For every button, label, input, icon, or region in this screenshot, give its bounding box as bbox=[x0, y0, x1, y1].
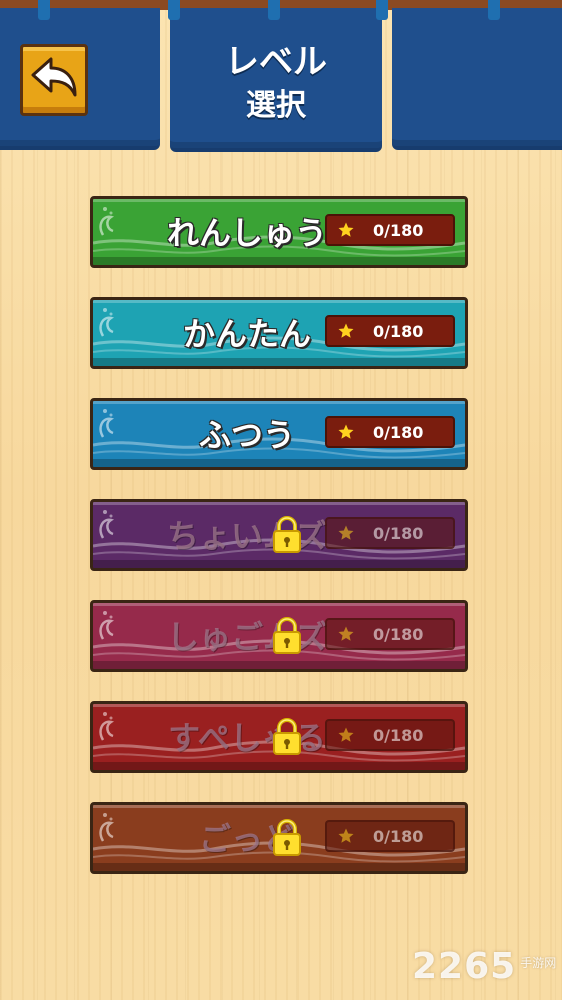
level-score: 0/180 bbox=[373, 321, 424, 341]
row-shadow bbox=[93, 560, 465, 568]
level-score: 0/180 bbox=[373, 523, 424, 543]
row-shadow bbox=[93, 257, 465, 265]
level-score: 0/180 bbox=[373, 422, 424, 442]
lock-icon bbox=[273, 718, 301, 755]
star-icon bbox=[338, 424, 354, 439]
level-button: ちょいムズ 0/180 bbox=[90, 499, 468, 571]
row-shadow bbox=[93, 863, 465, 871]
level-button[interactable]: ふつう 0/180 bbox=[90, 398, 468, 470]
curtain-clip bbox=[488, 0, 500, 20]
level-score: 0/180 bbox=[373, 826, 424, 846]
title-line-1: レベル bbox=[225, 42, 327, 82]
star-icon bbox=[338, 323, 354, 338]
score-box: 0/180 bbox=[325, 820, 455, 852]
score-box: 0/180 bbox=[325, 618, 455, 650]
curtain-right bbox=[392, 8, 562, 150]
row-shadow bbox=[93, 459, 465, 467]
level-button[interactable]: れんしゅう 0/180 bbox=[90, 196, 468, 268]
star-icon bbox=[338, 525, 354, 540]
score-box: 0/180 bbox=[325, 719, 455, 751]
level-button: ごっど 0/180 bbox=[90, 802, 468, 874]
level-button: すぺしゃる 0/180 bbox=[90, 701, 468, 773]
lock-icon bbox=[273, 819, 301, 856]
score-box: 0/180 bbox=[325, 416, 455, 448]
score-box: 0/180 bbox=[325, 517, 455, 549]
row-shadow bbox=[93, 661, 465, 669]
level-score: 0/180 bbox=[373, 220, 424, 240]
score-box: 0/180 bbox=[325, 315, 455, 347]
lock-icon bbox=[273, 617, 301, 654]
star-icon bbox=[338, 626, 354, 641]
row-shadow bbox=[93, 762, 465, 770]
title-line-2: 選択 bbox=[246, 88, 306, 123]
level-button[interactable]: かんたん 0/180 bbox=[90, 297, 468, 369]
star-icon bbox=[338, 727, 354, 742]
score-box: 0/180 bbox=[325, 214, 455, 246]
level-score: 0/180 bbox=[373, 725, 424, 745]
watermark-suffix: 手游网 bbox=[520, 956, 557, 970]
curtain-clip bbox=[376, 0, 388, 20]
watermark: 2265 手游网 bbox=[412, 946, 556, 987]
curtain-clip bbox=[168, 0, 180, 20]
star-icon bbox=[338, 828, 354, 843]
page-title: レベル 選択 bbox=[170, 40, 382, 128]
curtain-clip bbox=[268, 0, 280, 20]
lock-icon bbox=[273, 516, 301, 553]
back-arrow-icon bbox=[31, 57, 77, 97]
row-shadow bbox=[93, 358, 465, 366]
level-button: しゅごムズ 0/180 bbox=[90, 600, 468, 672]
watermark-number: 2265 bbox=[412, 946, 517, 987]
curtain-clip bbox=[38, 0, 50, 20]
level-score: 0/180 bbox=[373, 624, 424, 644]
star-icon bbox=[338, 222, 354, 237]
back-button[interactable] bbox=[20, 44, 88, 116]
